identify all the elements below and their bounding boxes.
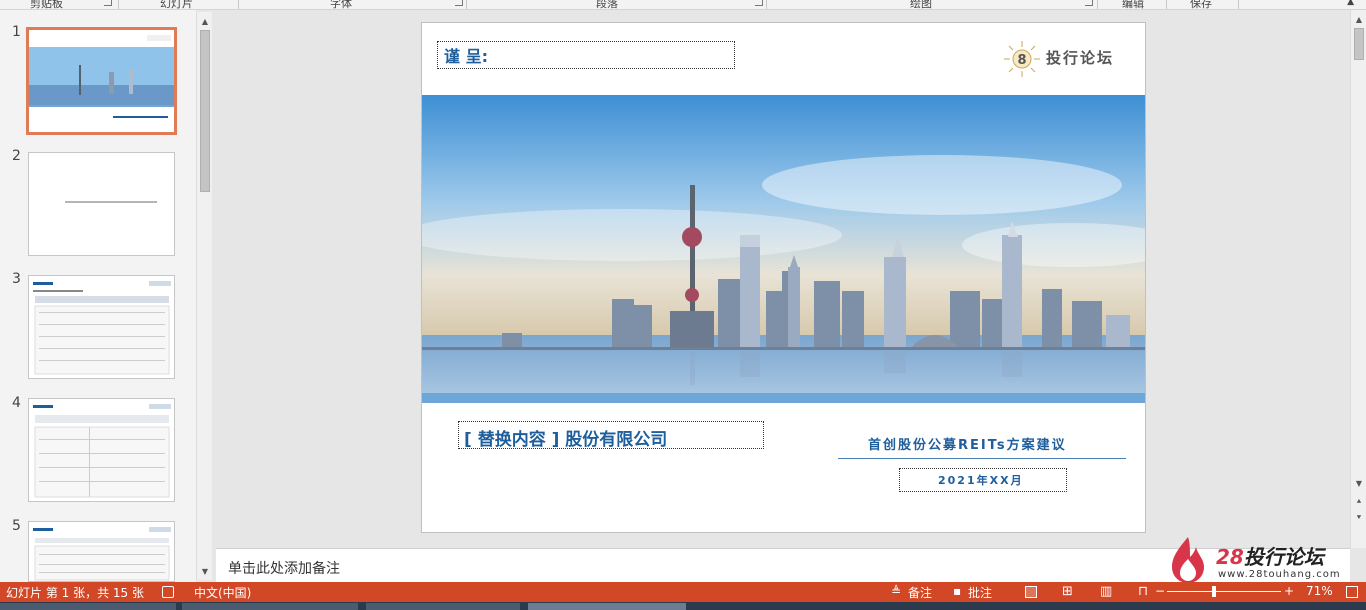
clipboard-launcher-icon[interactable] <box>104 0 112 6</box>
scroll-up-icon[interactable]: ▲ <box>1351 12 1366 28</box>
slide-sorter-icon[interactable]: ⊞ <box>1062 584 1073 599</box>
thumbnail-5-preview-icon <box>33 527 171 581</box>
scrollbar-handle[interactable] <box>1354 28 1364 60</box>
proposal-title: 首创股份公募REITs方案建议 <box>868 438 1067 453</box>
zoom-in-button[interactable]: + <box>1284 584 1294 598</box>
company-logo: 8 投行论坛 <box>1000 39 1140 79</box>
ribbon-divider <box>1166 0 1167 9</box>
status-bar: 幻灯片 第 1 张，共 15 张 中文(中国) ≜ 备注 ▪ 批注 ⊞ ▥ ⊓ … <box>0 582 1366 602</box>
ribbon-group-labels: 剪贴板 幻灯片 字体 段落 绘图 编辑 保存 ▲ <box>0 0 1366 10</box>
thumbnail-3-preview-icon <box>33 281 171 375</box>
ribbon-divider <box>1097 0 1098 9</box>
thumbnail-2-preview-icon <box>65 201 157 203</box>
notes-placeholder[interactable]: 单击此处添加备注 <box>228 558 340 578</box>
ribbon-divider <box>1238 0 1239 9</box>
scrollbar-handle[interactable] <box>200 30 210 192</box>
normal-view-icon[interactable] <box>1025 586 1037 598</box>
font-launcher-icon[interactable] <box>455 0 463 6</box>
accent-bar <box>422 393 1145 403</box>
fit-to-window-icon[interactable] <box>1346 586 1358 598</box>
drawing-launcher-icon[interactable] <box>1085 0 1093 6</box>
ribbon-divider <box>466 0 467 9</box>
slide-editing-area: 谨 呈: 8 投行论坛 [替换内容] 股份有限公司 首创股份公募REITs方… <box>216 10 1348 548</box>
zoom-slider-handle[interactable] <box>1212 586 1216 597</box>
ribbon-divider <box>766 0 767 9</box>
scroll-down-icon[interactable]: ▼ <box>1351 476 1366 492</box>
slide-canvas[interactable]: 谨 呈: 8 投行论坛 [替换内容] 股份有限公司 首创股份公募REITs方… <box>421 22 1146 533</box>
comments-icon[interactable]: ▪ <box>953 584 961 598</box>
watermark-text: 28投行论坛 <box>1216 541 1324 570</box>
slide-number: 5 <box>12 518 21 534</box>
watermark-url: www.28touhang.com <box>1218 569 1341 580</box>
ribbon-divider <box>118 0 119 9</box>
thumbnail-scrollbar[interactable]: ▲ ▼ <box>196 12 212 580</box>
slide-number: 3 <box>12 271 21 287</box>
slide-thumbnail-5[interactable] <box>28 521 175 582</box>
slide-scrollbar[interactable]: ▲ ▼ ⯅ ⯆ <box>1350 10 1366 548</box>
ribbon-group-clipboard: 剪贴板 <box>30 0 63 10</box>
city-skyline-image <box>422 95 1145 397</box>
ribbon-group-font: 字体 <box>330 0 352 10</box>
scroll-up-icon[interactable]: ▲ <box>197 14 213 30</box>
slide-thumbnail-1[interactable] <box>26 27 177 135</box>
ribbon-group-drawing: 绘图 <box>910 0 932 10</box>
os-taskbar <box>0 602 1366 610</box>
site-watermark: 28投行论坛 www.28touhang.com <box>1168 535 1348 585</box>
svg-text:8: 8 <box>1017 53 1026 68</box>
next-slide-icon[interactable]: ⯆ <box>1351 510 1366 526</box>
language-status[interactable]: 中文(中国) <box>194 584 251 601</box>
presented-to-label: 谨 呈: <box>444 47 488 66</box>
watermark-number: 28 <box>1216 545 1244 569</box>
paragraph-launcher-icon[interactable] <box>755 0 763 6</box>
spelling-check-icon[interactable] <box>162 586 174 598</box>
thumbnail-4-preview-icon <box>33 404 171 498</box>
date-text: 2021年XX月 <box>938 474 1024 487</box>
flame-logo-icon <box>1172 537 1204 583</box>
zoom-slider-track[interactable] <box>1167 591 1281 592</box>
comments-button[interactable]: 批注 <box>968 584 992 601</box>
sun-logo-icon: 8 <box>1004 41 1040 77</box>
taskbar-item[interactable] <box>366 603 520 610</box>
slide-number: 1 <box>12 24 21 40</box>
ribbon-collapse-icon[interactable]: ▲ <box>1347 0 1354 7</box>
reading-view-icon[interactable]: ▥ <box>1100 584 1112 599</box>
ribbon-group-paragraph: 段落 <box>596 0 618 10</box>
ribbon-divider <box>238 0 239 9</box>
scroll-down-icon[interactable]: ▼ <box>197 564 213 580</box>
logo-text: 投行论坛 <box>1046 49 1115 67</box>
slide-thumbnail-3[interactable] <box>28 275 175 379</box>
slide-show-icon[interactable]: ⊓ <box>1138 584 1148 599</box>
notes-toggle-icon[interactable]: ≜ <box>891 584 901 598</box>
slide-thumbnail-4[interactable] <box>28 398 175 502</box>
slide-thumbnail-2[interactable] <box>28 152 175 256</box>
thumbnail-1-preview-icon <box>29 35 174 118</box>
ribbon-group-editing: 编辑 <box>1122 0 1144 10</box>
slide-number: 4 <box>12 395 21 411</box>
taskbar-item[interactable] <box>0 603 176 610</box>
slide-thumbnail-pane: 1 2 3 4 5 <box>0 10 196 582</box>
ribbon-group-save: 保存 <box>1190 0 1212 10</box>
slide-number: 2 <box>12 148 21 164</box>
taskbar-item[interactable] <box>528 603 686 610</box>
zoom-percent[interactable]: 71% <box>1306 584 1333 598</box>
previous-slide-icon[interactable]: ⯅ <box>1351 494 1366 510</box>
zoom-out-button[interactable]: − <box>1155 584 1165 598</box>
watermark-label: 投行论坛 <box>1243 545 1324 569</box>
title-underline <box>838 458 1126 459</box>
ribbon-group-slides: 幻灯片 <box>160 0 193 10</box>
slide-count-status: 幻灯片 第 1 张，共 15 张 <box>6 586 144 600</box>
taskbar-item[interactable] <box>182 603 358 610</box>
company-name-text: [ 替换内容 ] 股份有限公司 <box>464 430 668 450</box>
notes-toggle-button[interactable]: 备注 <box>908 584 932 601</box>
